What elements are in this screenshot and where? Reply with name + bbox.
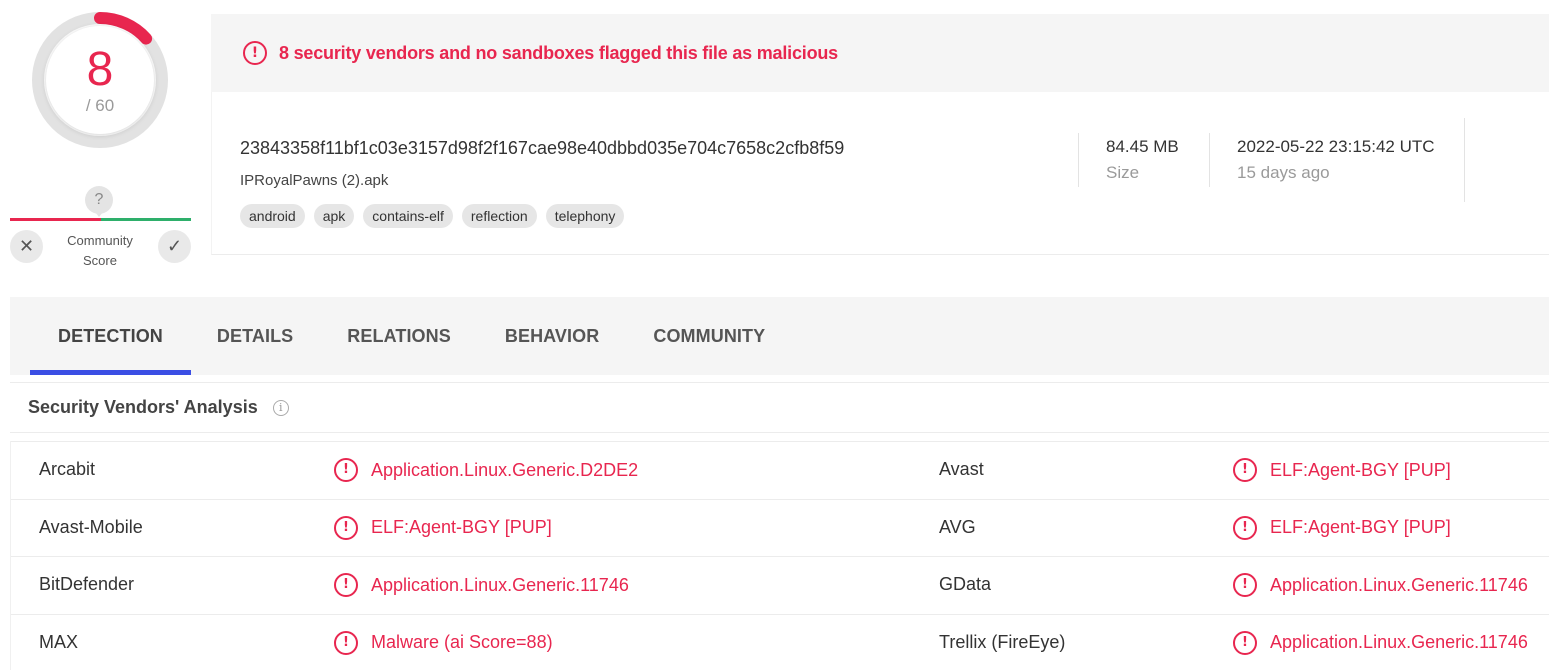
community-score: ? ✕ Community Score ✓ xyxy=(10,186,192,270)
total-engines: / 60 xyxy=(85,96,115,115)
tab-bar: DETECTION DETAILS RELATIONS BEHAVIOR COM… xyxy=(10,297,1549,375)
vendor-name: Arcabit xyxy=(39,459,96,479)
file-info-panel: 23843358f11bf1c03e3157d98f2f167cae98e40d… xyxy=(211,92,1549,255)
section-title: Security Vendors' Analysis xyxy=(28,397,258,417)
vote-harmless-button[interactable]: ✓ xyxy=(158,230,191,263)
analysis-date: 2022-05-22 23:15:42 UTC 15 days ago xyxy=(1237,137,1435,183)
verdict-text: 8 security vendors and no sandboxes flag… xyxy=(279,42,838,63)
detection-result: ! ELF:Agent-BGY [PUP] xyxy=(1233,515,1451,540)
result-label: Application.Linux.Generic.11746 xyxy=(371,574,629,595)
analysis-date-value: 2022-05-22 23:15:42 UTC xyxy=(1237,137,1435,156)
verdict-banner: ! 8 security vendors and no sandboxes fl… xyxy=(211,14,1549,92)
tab-details[interactable]: DETAILS xyxy=(190,297,293,375)
file-size-label: Size xyxy=(1106,163,1140,182)
detection-result: ! Application.Linux.Generic.11746 xyxy=(1233,630,1528,655)
tab-community[interactable]: COMMUNITY xyxy=(599,297,765,375)
detection-result: ! ELF:Agent-BGY [PUP] xyxy=(1233,458,1451,482)
file-size-value: 84.45 MB xyxy=(1106,137,1179,156)
vendor-name: MAX xyxy=(39,631,79,652)
community-bar-positive xyxy=(101,218,191,221)
result-label: Application.Linux.Generic.11746 xyxy=(1270,632,1528,652)
vendor-name: Trellix (FireEye) xyxy=(939,631,1066,652)
detection-result: ! ELF:Agent-BGY [PUP] xyxy=(334,515,552,540)
vendor-results-table: Arcabit ! Application.Linux.Generic.D2DE… xyxy=(10,441,1549,670)
result-label: Application.Linux.Generic.D2DE2 xyxy=(371,459,639,480)
exclamation-circle-icon: ! xyxy=(1233,630,1257,655)
table-row: Avast-Mobile ! ELF:Agent-BGY [PUP] AVG !… xyxy=(11,498,1549,557)
table-row: MAX ! Malware (ai Score=88) Trellix (Fir… xyxy=(11,613,1549,670)
exclamation-circle-icon: ! xyxy=(1233,515,1257,540)
vote-harmful-button[interactable]: ✕ xyxy=(10,230,43,263)
vendor-name: AVG xyxy=(939,516,976,537)
vendor-name: Avast-Mobile xyxy=(39,516,143,537)
score-center: 8 / 60 xyxy=(46,26,154,134)
exclamation-circle-icon: ! xyxy=(1233,573,1257,597)
detection-result: ! Application.Linux.Generic.11746 xyxy=(1233,573,1528,597)
tab-relations[interactable]: RELATIONS xyxy=(293,297,451,375)
table-row: Arcabit ! Application.Linux.Generic.D2DE… xyxy=(11,441,1549,500)
file-tags: android apk contains-elf reflection tele… xyxy=(240,204,625,228)
detection-count: 8 xyxy=(86,43,114,96)
exclamation-circle-icon: ! xyxy=(334,630,358,655)
table-row: BitDefender ! Application.Linux.Generic.… xyxy=(11,556,1549,615)
result-label: Malware (ai Score=88) xyxy=(371,632,553,652)
tag-telephony[interactable]: telephony xyxy=(545,204,625,228)
info-icon[interactable]: i xyxy=(272,399,289,416)
result-label: ELF:Agent-BGY [PUP] xyxy=(371,517,552,537)
tag-android[interactable]: android xyxy=(240,204,305,228)
vendor-name: Avast xyxy=(939,459,984,479)
file-size: 84.45 MB Size xyxy=(1106,137,1179,183)
tag-contains-elf[interactable]: contains-elf xyxy=(363,204,453,228)
exclamation-circle-icon: ! xyxy=(334,515,358,540)
question-mark-icon: ? xyxy=(85,186,113,217)
exclamation-circle-icon: ! xyxy=(1233,458,1257,482)
analysis-date-relative: 15 days ago xyxy=(1237,163,1330,182)
community-score-label: Community Score xyxy=(67,233,133,268)
tag-apk[interactable]: apk xyxy=(313,204,355,228)
exclamation-circle-icon: ! xyxy=(334,573,358,597)
detection-result: ! Malware (ai Score=88) xyxy=(334,630,553,655)
tab-behavior[interactable]: BEHAVIOR xyxy=(451,297,599,375)
result-label: ELF:Agent-BGY [PUP] xyxy=(1270,517,1451,537)
exclamation-circle-icon: ! xyxy=(243,41,267,65)
vendor-name: BitDefender xyxy=(39,574,135,594)
tab-detection[interactable]: DETECTION xyxy=(30,297,191,375)
detection-score-gauge: 8 / 60 xyxy=(30,10,170,150)
community-bar-negative xyxy=(10,218,101,221)
exclamation-circle-icon: ! xyxy=(334,458,358,482)
vendor-name: GData xyxy=(939,574,992,594)
result-label: Application.Linux.Generic.11746 xyxy=(1270,574,1528,595)
file-hash[interactable]: 23843358f11bf1c03e3157d98f2f167cae98e40d… xyxy=(240,138,844,159)
divider xyxy=(1078,133,1079,187)
section-header: Security Vendors' Analysis i xyxy=(10,382,1549,433)
detection-result: ! Application.Linux.Generic.D2DE2 xyxy=(334,458,638,482)
result-label: ELF:Agent-BGY [PUP] xyxy=(1270,459,1451,480)
divider xyxy=(1209,133,1210,187)
divider xyxy=(1464,118,1465,202)
detection-result: ! Application.Linux.Generic.11746 xyxy=(334,573,629,597)
file-name: IPRoyalPawns (2).apk xyxy=(240,172,389,189)
tag-reflection[interactable]: reflection xyxy=(461,204,537,228)
